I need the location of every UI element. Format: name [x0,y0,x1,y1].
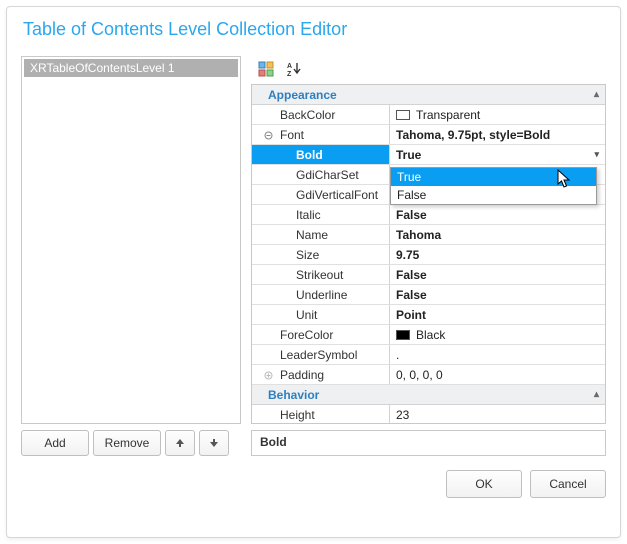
prop-name: Font [252,125,390,144]
category-label: Behavior [252,388,319,402]
alphabetical-button[interactable]: A Z [281,58,307,80]
property-toolbar: A Z [251,56,606,82]
move-down-button[interactable] [199,430,229,456]
row-underline[interactable]: Underline False [252,285,605,305]
categorized-icon [258,61,274,77]
left-buttons: Add Remove [21,430,241,456]
prop-value-text: Black [416,328,445,342]
dialog-title: Table of Contents Level Collection Edito… [23,19,606,40]
property-grid[interactable]: Appearance ▴ BackColor Transparent [251,84,606,424]
category-label: Appearance [252,88,337,102]
svg-text:A: A [287,63,292,70]
arrow-down-icon [209,438,219,448]
row-leadersymbol[interactable]: LeaderSymbol . [252,345,605,365]
categorized-button[interactable] [253,58,279,80]
prop-value-text: Transparent [416,108,480,122]
add-button[interactable]: Add [21,430,89,456]
remove-button[interactable]: Remove [93,430,161,456]
row-font[interactable]: Font Tahoma, 9.75pt, style=Bold [252,125,605,145]
prop-value[interactable]: Point [390,305,605,324]
prop-name: LeaderSymbol [252,345,390,364]
left-pane: XRTableOfContentsLevel 1 Add Remove [21,56,241,456]
prop-name: Name [252,225,390,244]
color-swatch-icon [396,330,410,340]
prop-value[interactable]: Black [390,325,605,344]
footer-buttons: OK Cancel [21,470,606,498]
prop-value[interactable]: . [390,345,605,364]
prop-value[interactable]: Tahoma [390,225,605,244]
move-up-button[interactable] [165,430,195,456]
dropdown-option-false[interactable]: False [391,186,596,204]
prop-name: Underline [252,285,390,304]
row-forecolor[interactable]: ForeColor Black [252,325,605,345]
collapse-icon[interactable]: ▴ [594,389,599,400]
prop-value[interactable]: False [390,205,605,224]
row-unit[interactable]: Unit Point [252,305,605,325]
bold-dropdown[interactable]: True False [390,167,597,205]
dialog: Table of Contents Level Collection Edito… [6,6,621,538]
prop-value[interactable]: False [390,285,605,304]
prop-value[interactable]: Tahoma, 9.75pt, style=Bold [390,125,605,144]
prop-value[interactable]: 9.75 [390,245,605,264]
expand-icon[interactable] [262,369,274,381]
collapse-icon[interactable]: ▴ [594,89,599,100]
row-strikeout[interactable]: Strikeout False [252,265,605,285]
prop-name: Bold [252,145,390,164]
prop-name: GdiVerticalFont [252,185,390,204]
prop-name: Strikeout [252,265,390,284]
row-size[interactable]: Size 9.75 [252,245,605,265]
prop-name: Italic [252,205,390,224]
category-appearance[interactable]: Appearance ▴ [252,85,605,105]
color-swatch-icon [396,110,410,120]
prop-value[interactable]: Transparent [390,105,605,124]
svg-text:Z: Z [287,71,292,77]
prop-name: Padding [252,365,390,384]
prop-name: ForeColor [252,325,390,344]
body: XRTableOfContentsLevel 1 Add Remove [21,56,606,456]
expand-icon[interactable] [262,129,274,141]
arrow-up-icon [175,438,185,448]
alphabetical-icon: A Z [286,61,302,77]
right-pane: A Z Appearance ▴ BackColor Transparen [251,56,606,456]
dropdown-option-true[interactable]: True [391,168,596,186]
chevron-down-icon[interactable]: ▾ [594,149,599,160]
prop-name: GdiCharSet [252,165,390,184]
prop-value[interactable]: True ▾ [390,145,605,164]
description-box: Bold [251,430,606,456]
prop-name: BackColor [252,105,390,124]
row-bold[interactable]: Bold True ▾ [252,145,605,165]
members-list[interactable]: XRTableOfContentsLevel 1 [21,56,241,424]
cancel-button[interactable]: Cancel [530,470,606,498]
prop-value[interactable]: 23 [390,405,605,424]
category-behavior[interactable]: Behavior ▴ [252,385,605,405]
prop-name: Size [252,245,390,264]
prop-name: Height [252,405,390,424]
prop-value[interactable]: 0, 0, 0, 0 [390,365,605,384]
prop-name: Unit [252,305,390,324]
list-item[interactable]: XRTableOfContentsLevel 1 [24,59,238,77]
prop-value[interactable]: False [390,265,605,284]
row-italic[interactable]: Italic False [252,205,605,225]
row-name[interactable]: Name Tahoma [252,225,605,245]
row-height[interactable]: Height 23 [252,405,605,424]
ok-button[interactable]: OK [446,470,522,498]
row-backcolor[interactable]: BackColor Transparent [252,105,605,125]
row-padding[interactable]: Padding 0, 0, 0, 0 [252,365,605,385]
